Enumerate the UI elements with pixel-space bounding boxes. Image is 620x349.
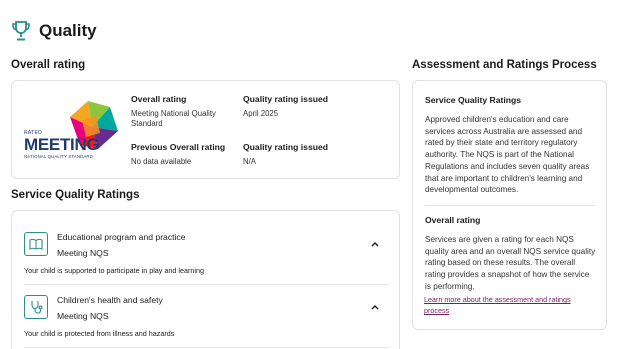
overall-rating-label: Overall rating xyxy=(131,94,187,104)
rating-issued-field: Quality rating issued April 2025 xyxy=(243,94,383,119)
stethoscope-icon xyxy=(24,295,48,319)
process-heading: Assessment and Ratings Process xyxy=(412,59,597,71)
process-card: Service Quality Ratings Approved childre… xyxy=(412,80,607,330)
service-quality-card: Educational program and practice Meeting… xyxy=(11,210,400,349)
previous-rating-value: No data available xyxy=(131,157,192,166)
quality-item-status: Meeting NQS xyxy=(57,248,109,258)
logo-meeting-text: MEETING xyxy=(24,135,100,154)
previous-issued-label: Quality rating issued xyxy=(243,142,329,152)
trophy-icon xyxy=(12,21,30,41)
overall-rating-heading: Overall rating xyxy=(11,59,86,71)
quality-divider xyxy=(24,347,389,348)
book-icon xyxy=(24,232,48,256)
process-text-overall: Services are given a rating for each NQS… xyxy=(425,235,596,291)
previous-issued-value: N/A xyxy=(243,157,256,166)
quality-item-health-safety[interactable]: Children's health and safety Meeting NQS… xyxy=(24,295,389,345)
quality-item-educational[interactable]: Educational program and practice Meeting… xyxy=(24,232,389,282)
quality-item-description: Your child is protected from illness and… xyxy=(24,329,175,338)
quality-item-title: Children's health and safety xyxy=(57,295,163,305)
overall-rating-card: RATED MEETING NATIONAL QUALITY STANDARD … xyxy=(11,80,400,179)
learn-more-link[interactable]: Learn more about the assessment and rati… xyxy=(424,294,596,316)
process-subheading-ratings: Service Quality Ratings xyxy=(425,95,521,105)
quality-item-status: Meeting NQS xyxy=(57,311,109,321)
quality-item-description: Your child is supported to participate i… xyxy=(24,266,204,275)
service-quality-heading: Service Quality Ratings xyxy=(11,189,140,201)
page-title: Quality xyxy=(39,21,97,40)
process-subheading-overall: Overall rating xyxy=(425,215,481,225)
overall-rating-value: Meeting National Quality Standard xyxy=(131,109,216,128)
overall-rating-field: Overall rating Meeting National Quality … xyxy=(131,94,235,129)
previous-issued-field: Quality rating issued N/A xyxy=(243,142,383,167)
rating-issued-label: Quality rating issued xyxy=(243,94,329,104)
page-header: Quality xyxy=(11,20,97,42)
process-text-ratings: Approved children's education and care s… xyxy=(425,115,590,195)
quality-item-title: Educational program and practice xyxy=(57,232,186,242)
process-divider xyxy=(425,205,595,206)
rating-issued-value: April 2025 xyxy=(243,109,279,118)
previous-rating-field: Previous Overall rating No data availabl… xyxy=(131,142,241,167)
chevron-up-icon[interactable] xyxy=(371,304,379,310)
previous-rating-label: Previous Overall rating xyxy=(131,142,226,152)
logo-subtitle-text: NATIONAL QUALITY STANDARD xyxy=(24,154,93,159)
meeting-nqs-logo: RATED MEETING NATIONAL QUALITY STANDARD xyxy=(24,101,124,165)
chevron-up-icon[interactable] xyxy=(371,241,379,247)
quality-divider xyxy=(24,284,389,285)
